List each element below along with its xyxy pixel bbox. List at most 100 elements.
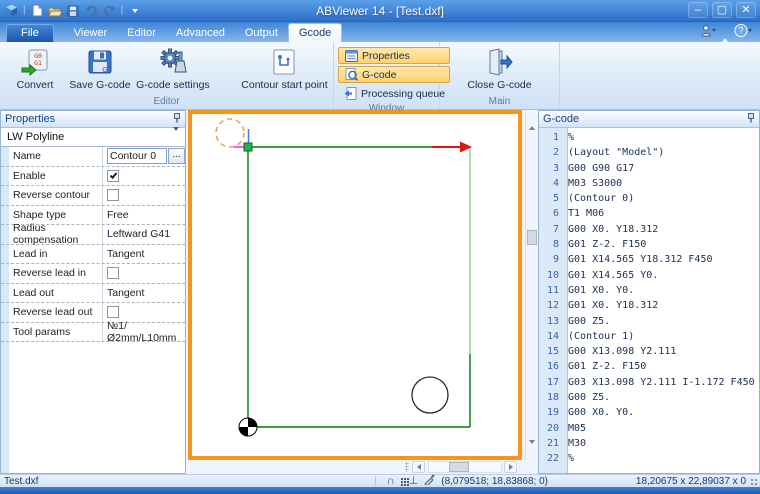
checkbox[interactable]	[107, 306, 119, 318]
quick-access-toolbar: | |	[0, 3, 142, 18]
gcode-line-number: 8	[539, 237, 563, 252]
group-label-main: Main	[444, 95, 555, 109]
property-label: Name	[13, 150, 102, 162]
scrollbar-grip[interactable]	[405, 462, 409, 472]
checkbox[interactable]	[107, 189, 119, 201]
contour1-circle[interactable]	[412, 377, 448, 413]
horizontal-scroll-track[interactable]	[428, 461, 502, 473]
horizontal-scrollbar[interactable]	[186, 460, 538, 474]
gcode-line: 8G01 Z-2. F150	[539, 237, 759, 252]
pin-icon[interactable]	[173, 113, 181, 126]
minimize-button[interactable]: –	[688, 2, 708, 18]
gcode-line: 7G00 X0. Y18.312	[539, 222, 759, 237]
tab-viewer[interactable]: Viewer	[64, 24, 117, 42]
open-file-icon[interactable]	[48, 3, 63, 18]
pin-icon[interactable]	[747, 113, 755, 126]
save-gcode-button[interactable]: G Save G-code	[66, 44, 134, 93]
tab-editor[interactable]: Editor	[117, 24, 166, 42]
resize-grip[interactable]	[750, 478, 758, 486]
gcode-line-number: 20	[539, 421, 563, 436]
checkbox[interactable]	[107, 170, 119, 182]
checkbox[interactable]	[107, 267, 119, 279]
tab-output[interactable]: Output	[235, 24, 288, 42]
property-value[interactable]: Contour 0...	[102, 147, 185, 166]
entity-type-selector[interactable]: LW Polyline	[1, 128, 185, 147]
processing-queue-button[interactable]: Processing queue	[338, 85, 450, 102]
collapse-ribbon-icon[interactable]	[722, 26, 728, 38]
contour-start-point-button[interactable]: Contour start point	[240, 44, 329, 93]
gcode-line-number: 3	[539, 161, 563, 176]
scroll-down-icon[interactable]	[529, 444, 535, 456]
close-button[interactable]: ✕	[736, 2, 756, 18]
property-value[interactable]	[102, 303, 185, 322]
scroll-right-icon[interactable]	[504, 461, 517, 473]
help-icon[interactable]: ?	[734, 24, 754, 40]
horizontal-scroll-thumb[interactable]	[449, 462, 469, 472]
origin-marker	[239, 418, 257, 436]
gcode-line-number: 18	[539, 390, 563, 405]
scroll-up-icon[interactable]	[529, 114, 535, 126]
vertical-scrollbar[interactable]	[525, 110, 538, 460]
gcode-line-text: G00 G90 G17	[563, 161, 634, 176]
gcode-toggle-button[interactable]: G-code	[338, 66, 450, 83]
gcode-line: 15G00 X13.098 Y2.111	[539, 344, 759, 359]
svg-text:?: ?	[738, 26, 743, 36]
gcode-line-text: (Contour 1)	[563, 329, 634, 344]
maximize-button[interactable]: ▢	[712, 2, 732, 18]
gcode-line: 6T1 M06	[539, 206, 759, 221]
start-point-marker[interactable]	[244, 143, 252, 151]
property-value[interactable]: Tangent	[102, 245, 185, 264]
status-coordinates: (8,079518; 18,83868; 0)	[441, 476, 548, 487]
spline-icon[interactable]: ∩	[387, 476, 395, 486]
property-value[interactable]	[102, 264, 185, 283]
save-gcode-icon: G	[85, 47, 115, 77]
osnap-icon[interactable]	[424, 474, 435, 488]
ellipsis-button[interactable]: ...	[168, 148, 185, 164]
drawing-canvas[interactable]	[188, 110, 522, 460]
undo-icon[interactable]	[84, 3, 99, 18]
gcode-line-number: 7	[539, 222, 563, 237]
save-file-icon[interactable]	[66, 3, 81, 18]
ribbon-tab-bar: File Viewer Editor Advanced Output Gcode…	[0, 22, 760, 42]
property-value[interactable]: Tangent	[102, 284, 185, 303]
gcode-line-text: %	[563, 451, 574, 466]
ortho-icon[interactable]: ⊥	[409, 476, 419, 486]
vertical-scroll-thumb[interactable]	[527, 230, 537, 245]
properties-toggle-button[interactable]: Properties	[338, 47, 450, 64]
property-value[interactable]: Leftward G41	[102, 225, 185, 244]
gcode-line-text: %	[563, 130, 574, 145]
scroll-left-icon[interactable]	[412, 461, 425, 473]
gcode-line-number: 5	[539, 191, 563, 206]
tab-file[interactable]: File	[6, 24, 54, 42]
property-label: Lead out	[13, 287, 102, 299]
name-input[interactable]: Contour 0	[107, 148, 167, 164]
new-document-icon[interactable]	[30, 3, 45, 18]
toolbar-more-icon[interactable]	[127, 3, 142, 18]
convert-button[interactable]: G0G1 Convert	[4, 44, 66, 93]
property-value[interactable]	[102, 186, 185, 205]
gcode-line-number: 6	[539, 206, 563, 221]
property-value[interactable]	[102, 167, 185, 186]
close-gcode-button[interactable]: Close G-code	[459, 44, 539, 93]
contour-start-point-icon	[269, 47, 299, 77]
grid-icon[interactable]	[401, 478, 403, 480]
gcode-line-number: 15	[539, 344, 563, 359]
tab-advanced[interactable]: Advanced	[166, 24, 235, 42]
property-value[interactable]: Free	[102, 206, 185, 225]
gcode-editor[interactable]: 1%2(Layout "Model")3G00 G90 G174M03 S300…	[539, 128, 759, 473]
tab-gcode[interactable]: Gcode	[288, 23, 342, 42]
group-label-editor: Editor	[4, 95, 329, 109]
user-account-icon[interactable]	[700, 24, 716, 40]
property-label: Reverse lead in	[13, 267, 102, 279]
gcode-line-text: (Contour 0)	[563, 191, 634, 206]
gcode-settings-button[interactable]: G-code settings	[134, 44, 212, 93]
drawing-area	[186, 110, 538, 474]
property-value[interactable]: №1/Ø2mm/L10mm	[102, 323, 185, 342]
gcode-line: 12G01 X0. Y18.312	[539, 298, 759, 313]
gcode-line-number: 11	[539, 283, 563, 298]
chevron-down-icon	[173, 131, 179, 143]
app-logo-icon[interactable]	[4, 3, 19, 18]
redo-icon[interactable]	[102, 3, 117, 18]
gcode-line: 11G01 X0. Y0.	[539, 283, 759, 298]
gcode-panel: G-code 1%2(Layout "Model")3G00 G90 G174M…	[538, 110, 760, 474]
